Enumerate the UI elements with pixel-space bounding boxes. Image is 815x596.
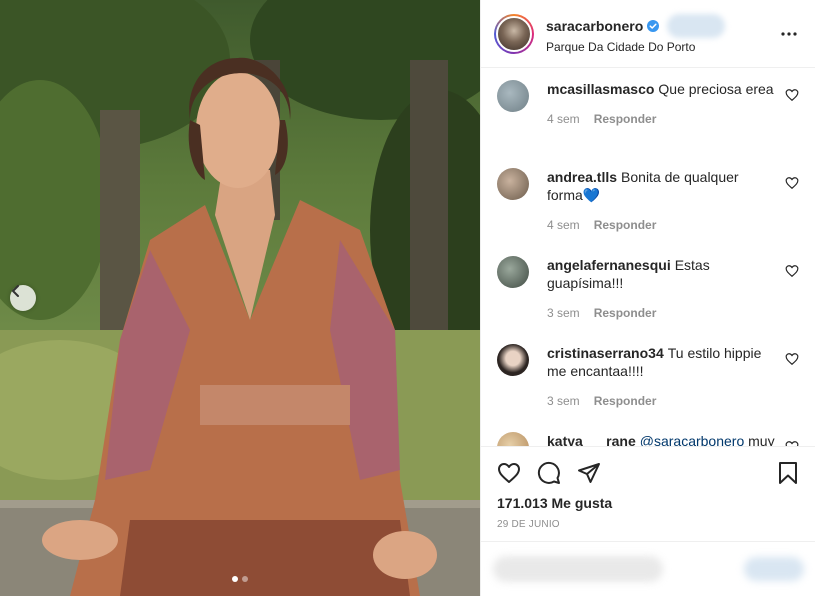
- like-comment-icon[interactable]: [785, 264, 799, 278]
- post-photo[interactable]: [0, 0, 480, 596]
- carousel-prev-button[interactable]: [10, 285, 36, 311]
- comment-time[interactable]: 4 sem: [547, 112, 580, 126]
- author-username[interactable]: saracarbonero: [546, 18, 643, 34]
- comment-item: katya___rane @saracarbonero muy: [497, 432, 799, 446]
- reply-button[interactable]: Responder: [594, 112, 657, 126]
- comment-username[interactable]: cristinaserrano34: [547, 345, 664, 361]
- post-side-panel: saracarbonero Parque Da Cidade Do Porto …: [480, 0, 815, 596]
- comment-avatar[interactable]: [497, 80, 529, 112]
- comment-item: cristinaserrano34 Tu estilo hippie me enc…: [497, 344, 799, 432]
- comment-button[interactable]: [537, 457, 569, 489]
- comment-icon: [537, 461, 560, 484]
- comment-username[interactable]: mcasillasmasco: [547, 81, 654, 97]
- comment-avatar[interactable]: [497, 344, 529, 376]
- comment-mention[interactable]: @saracarbonero: [640, 433, 745, 446]
- post-comment-button-blurred[interactable]: [744, 557, 804, 581]
- comment-avatar[interactable]: [497, 256, 529, 288]
- comment-time[interactable]: 3 sem: [547, 306, 580, 320]
- comment-username[interactable]: katya___rane: [547, 433, 636, 446]
- share-button[interactable]: [577, 457, 609, 489]
- more-icon: [781, 31, 797, 36]
- like-comment-icon[interactable]: [785, 88, 799, 102]
- comment-avatar[interactable]: [497, 432, 529, 446]
- likes-count[interactable]: 171.013 Me gusta: [497, 495, 799, 511]
- photo-illustration: [0, 0, 480, 596]
- carousel-dot: [232, 576, 238, 582]
- comment-username[interactable]: angelafernanesqui: [547, 257, 671, 273]
- post-location[interactable]: Parque Da Cidade Do Porto: [546, 40, 777, 54]
- author-avatar[interactable]: [494, 13, 534, 54]
- post-actions: 171.013 Me gusta 29 DE JUNIO: [481, 446, 815, 530]
- bookmark-icon: [779, 462, 797, 484]
- comment-item: angelafernanesqui Estas guapísima!!! 3 se…: [497, 256, 799, 344]
- reply-button[interactable]: Responder: [594, 394, 657, 408]
- like-comment-icon[interactable]: [785, 440, 799, 446]
- like-comment-icon[interactable]: [785, 352, 799, 366]
- comment-text: Que preciosa erea: [658, 81, 774, 97]
- heart-icon: [498, 463, 520, 483]
- comment-input-blurred[interactable]: [493, 556, 663, 582]
- save-button[interactable]: [767, 457, 799, 489]
- comment-username[interactable]: andrea.tlls: [547, 169, 617, 185]
- carousel-dots: [0, 576, 480, 582]
- like-button[interactable]: [497, 457, 529, 489]
- comment-time[interactable]: 3 sem: [547, 394, 580, 408]
- comments-list[interactable]: mcasillasmasco Que preciosa erea 4 sem Res…: [481, 68, 815, 446]
- comment-time[interactable]: 4 sem: [547, 218, 580, 232]
- more-options-button[interactable]: [777, 22, 801, 46]
- share-icon: [578, 463, 600, 483]
- comment-text: muy: [748, 433, 775, 446]
- comment-avatar[interactable]: [497, 168, 529, 200]
- chevron-left-icon: [12, 285, 19, 297]
- reply-button[interactable]: Responder: [594, 218, 657, 232]
- post-date[interactable]: 29 DE JUNIO: [497, 519, 799, 530]
- post-header: saracarbonero Parque Da Cidade Do Porto: [481, 0, 815, 68]
- reply-button[interactable]: Responder: [594, 306, 657, 320]
- follow-button-blurred[interactable]: [667, 13, 726, 38]
- like-comment-icon[interactable]: [785, 176, 799, 190]
- add-comment-bar: [481, 541, 815, 596]
- carousel-dot: [242, 576, 248, 582]
- comment-item: mcasillasmasco Que preciosa erea 4 sem Res…: [497, 80, 799, 168]
- comment-item: andrea.tlls Bonita de qualquer forma💙 4 s…: [497, 168, 799, 256]
- verified-icon: [647, 19, 660, 32]
